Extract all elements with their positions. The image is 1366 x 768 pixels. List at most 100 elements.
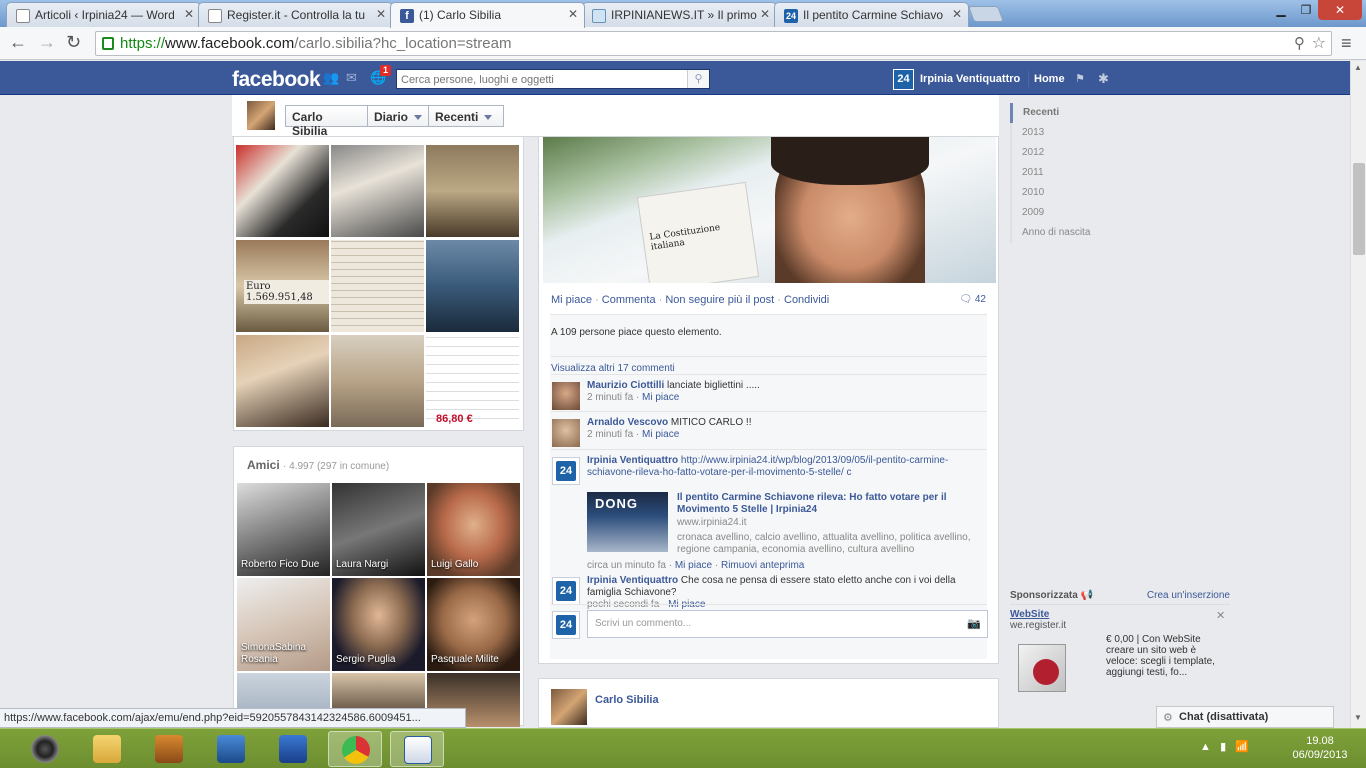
- scroll-down-icon[interactable]: ▼: [1354, 713, 1362, 722]
- friend-requests-icon[interactable]: 👥: [323, 71, 339, 85]
- photo-thumbnail[interactable]: [331, 145, 424, 237]
- photo-thumbnail[interactable]: [236, 145, 329, 237]
- create-ad-link[interactable]: Crea un'inserzione: [1147, 590, 1230, 601]
- share-link[interactable]: Condividi: [784, 294, 829, 306]
- ad-text[interactable]: € 0,00 | Con WebSite creare un sito web …: [1106, 634, 1226, 678]
- close-icon[interactable]: ✕: [568, 7, 578, 21]
- timeline-item-recent[interactable]: Recenti: [1010, 103, 1130, 123]
- taskbar-explorer[interactable]: [80, 731, 134, 767]
- comment-like-link[interactable]: Mi piace: [642, 392, 679, 403]
- friends-title[interactable]: Amici · 4.997 (297 in comune): [247, 458, 389, 472]
- link-preview[interactable]: DONG Il pentito Carmine Schiavone rileva…: [587, 492, 982, 555]
- close-icon[interactable]: ✕: [952, 7, 962, 21]
- search-icon[interactable]: ⚲: [687, 70, 709, 88]
- friend-tile[interactable]: Roberto Fico Due: [237, 483, 330, 576]
- close-icon[interactable]: ✕: [760, 7, 770, 21]
- friend-tile[interactable]: Laura Nargi: [332, 483, 425, 576]
- post-photo[interactable]: La Costituzione italiana: [543, 137, 996, 283]
- comment-time[interactable]: 2 minuti fa: [587, 429, 633, 440]
- photo-thumbnail[interactable]: [236, 335, 329, 427]
- page-avatar[interactable]: 24: [893, 69, 914, 90]
- photo-thumbnail[interactable]: 86,80 €: [426, 335, 519, 427]
- battery-icon[interactable]: ▮: [1220, 741, 1226, 753]
- gear-icon[interactable]: ✱: [1098, 71, 1109, 87]
- timeline-item-2013[interactable]: 2013: [1010, 123, 1130, 143]
- taskbar-app[interactable]: [204, 731, 258, 767]
- author-avatar[interactable]: [551, 689, 587, 725]
- new-tab-button[interactable]: [968, 6, 1004, 22]
- home-link[interactable]: Home: [1034, 73, 1065, 85]
- profile-avatar[interactable]: [247, 101, 275, 130]
- photo-thumbnail[interactable]: [331, 240, 424, 332]
- remove-preview-link[interactable]: Rimuovi anteprima: [721, 560, 804, 571]
- commenter-avatar[interactable]: [552, 419, 580, 447]
- close-icon[interactable]: ✕: [1216, 609, 1225, 622]
- system-tray[interactable]: ▲ ▮ 📶: [1200, 740, 1249, 753]
- comment-author[interactable]: Arnaldo Vescovo: [587, 417, 668, 428]
- commenter-avatar[interactable]: [552, 382, 580, 410]
- like-link[interactable]: Mi piace: [551, 294, 592, 306]
- facebook-logo[interactable]: facebook: [232, 68, 321, 92]
- tray-arrow-icon[interactable]: ▲: [1200, 741, 1211, 753]
- commenter-avatar[interactable]: 24: [552, 577, 580, 605]
- photo-thumbnail[interactable]: [426, 145, 519, 237]
- signal-icon[interactable]: 📶: [1235, 741, 1249, 753]
- chat-bar[interactable]: ⚙ Chat (disattivata): [1156, 706, 1334, 728]
- taskbar-chrome[interactable]: [328, 731, 382, 767]
- unfollow-link[interactable]: Non seguire più il post: [665, 294, 774, 306]
- timeline-item-birth[interactable]: Anno di nascita: [1010, 223, 1130, 243]
- link-preview-title[interactable]: Il pentito Carmine Schiavone rileva: Ho …: [677, 492, 977, 516]
- profile-name-button[interactable]: Carlo Sibilia: [285, 105, 368, 138]
- minimize-button[interactable]: ▁: [1268, 0, 1294, 20]
- ad-title[interactable]: WebSite: [1010, 609, 1049, 620]
- page-scrollbar[interactable]: ▲ ▼: [1350, 61, 1366, 728]
- friend-tile[interactable]: Sergio Puglia: [332, 578, 425, 671]
- friend-tile[interactable]: Luigi Gallo: [427, 483, 520, 576]
- likes-summary[interactable]: A 109 persone piace questo elemento.: [551, 327, 722, 338]
- messages-icon[interactable]: ✉: [346, 71, 362, 85]
- timeline-item-2009[interactable]: 2009: [1010, 203, 1130, 223]
- timeline-item-2012[interactable]: 2012: [1010, 143, 1130, 163]
- tab-register[interactable]: Register.it - Controlla la tu ✕: [198, 2, 393, 27]
- taskbar-doc-app[interactable]: [142, 731, 196, 767]
- photo-thumbnail[interactable]: [331, 335, 424, 427]
- taskbar-clock[interactable]: 19.08 06/09/2013: [1288, 734, 1352, 762]
- taskbar-speaker-app[interactable]: [18, 731, 72, 767]
- comments-counter[interactable]: 🗨 42: [959, 294, 986, 305]
- link-preview-thumbnail[interactable]: DONG: [587, 492, 668, 552]
- post-author[interactable]: Carlo Sibilia: [595, 694, 659, 706]
- zoom-icon[interactable]: ⚲: [1294, 34, 1305, 52]
- taskbar-notepad[interactable]: [390, 731, 444, 767]
- comment-time[interactable]: 2 minuti fa: [587, 392, 633, 403]
- account-switch-icon[interactable]: ⚑: [1075, 72, 1085, 85]
- tab-articoli[interactable]: Articoli ‹ Irpinia24 — Word ✕: [6, 2, 201, 27]
- comment-input[interactable]: Scrivi un commento... 📷: [587, 610, 988, 638]
- address-bar[interactable]: https://www.facebook.com/carlo.sibilia?h…: [95, 31, 1332, 56]
- maximize-button[interactable]: ❐: [1294, 0, 1318, 20]
- forward-icon[interactable]: →: [38, 33, 56, 51]
- comment-author[interactable]: Maurizio Ciottilli: [587, 380, 664, 391]
- comment-like-link[interactable]: Mi piace: [642, 429, 679, 440]
- timeline-item-2011[interactable]: 2011: [1010, 163, 1130, 183]
- timeline-item-2010[interactable]: 2010: [1010, 183, 1130, 203]
- diary-dropdown[interactable]: Diario: [367, 105, 429, 127]
- friend-tile[interactable]: Pasquale Milite: [427, 578, 520, 671]
- scrollbar-thumb[interactable]: [1353, 163, 1365, 255]
- recent-dropdown[interactable]: Recenti: [428, 105, 504, 127]
- comment-author[interactable]: Irpinia Ventiquattro: [587, 455, 678, 466]
- back-icon[interactable]: ←: [9, 33, 27, 51]
- close-window-button[interactable]: ✕: [1318, 0, 1362, 20]
- ad-image[interactable]: [1014, 638, 1074, 696]
- photo-thumbnail[interactable]: [426, 240, 519, 332]
- comment-time[interactable]: circa un minuto fa: [587, 560, 666, 571]
- reload-icon[interactable]: ↻: [66, 33, 81, 51]
- tab-facebook[interactable]: f (1) Carlo Sibilia ✕: [390, 2, 585, 28]
- menu-icon[interactable]: ≡: [1341, 33, 1352, 54]
- friend-tile[interactable]: SimonaSabina Rosania: [237, 578, 330, 671]
- comment-link[interactable]: Commenta: [602, 294, 656, 306]
- close-icon[interactable]: ✕: [376, 7, 386, 21]
- comment-author[interactable]: Irpinia Ventiquattro: [587, 575, 678, 586]
- page-name-link[interactable]: Irpinia Ventiquattro: [920, 73, 1020, 85]
- search-input[interactable]: [401, 72, 685, 87]
- tab-irpinia24[interactable]: 24 Il pentito Carmine Schiavo ✕: [774, 2, 969, 27]
